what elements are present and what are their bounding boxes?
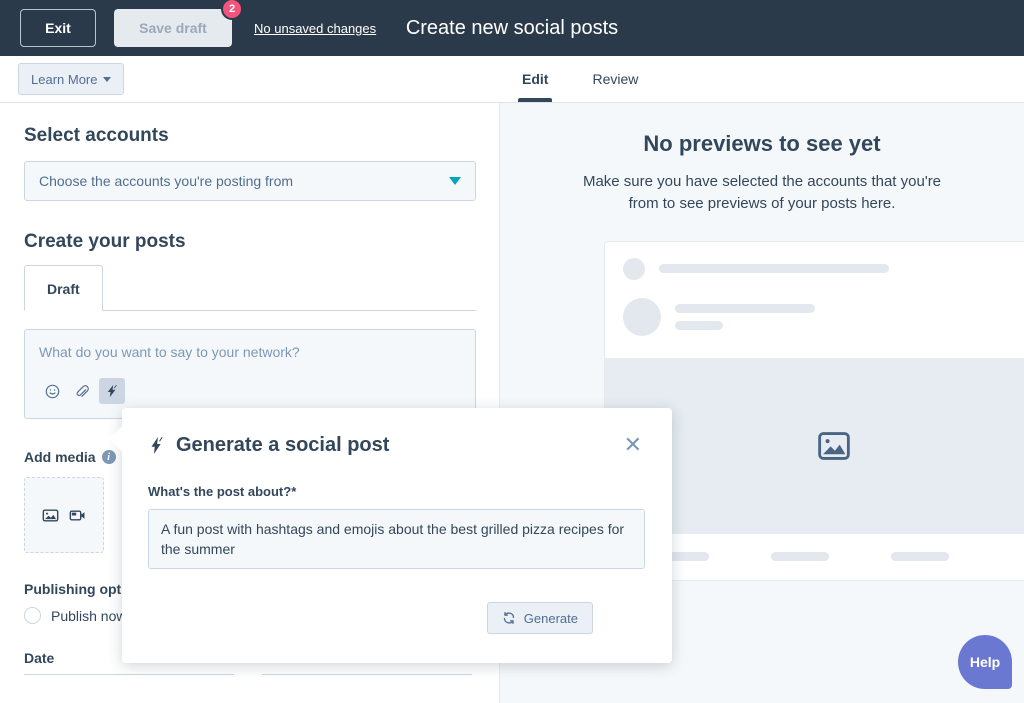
accounts-select-placeholder: Choose the accounts you're posting from	[39, 173, 294, 189]
generate-button[interactable]: Generate	[486, 602, 593, 634]
preview-subtitle-line-1: Make sure you have selected the accounts…	[582, 173, 942, 190]
top-header-bar: Exit Save draft 2 No unsaved changes Cre…	[0, 0, 1024, 56]
skeleton-line-group	[675, 303, 815, 330]
date-input[interactable]	[24, 674, 234, 694]
skeleton-author-row	[605, 280, 1024, 358]
video-icon	[69, 509, 85, 521]
modal-title-row: Generate a social post	[148, 434, 389, 457]
accounts-select[interactable]: Choose the accounts you're posting from	[24, 161, 476, 201]
ai-generate-icon[interactable]	[99, 378, 125, 404]
skeleton-header-row	[605, 242, 1024, 280]
sub-toolbar: Learn More Edit Review	[0, 56, 1024, 103]
post-about-label: What's the post about?*	[148, 484, 297, 499]
post-about-textarea[interactable]	[148, 509, 645, 569]
skeleton-bar	[771, 552, 829, 561]
learn-more-label: Learn More	[31, 71, 98, 87]
time-input[interactable]	[262, 674, 472, 694]
skeleton-bar	[659, 264, 889, 273]
draft-tab-row: Draft	[24, 265, 476, 311]
exit-button[interactable]: Exit	[20, 9, 96, 47]
compose-area[interactable]: What do you want to say to your network?	[24, 329, 476, 419]
close-icon[interactable]: ✕	[620, 432, 646, 458]
modal-actions: Generate	[148, 602, 646, 634]
generate-button-label: Generate	[523, 610, 578, 626]
preview-empty-subtitle: Make sure you have selected the accounts…	[547, 171, 977, 215]
unsaved-changes-link[interactable]: No unsaved changes	[254, 21, 376, 36]
info-icon[interactable]: i	[101, 450, 116, 464]
tab-edit[interactable]: Edit	[500, 56, 570, 102]
compose-placeholder: What do you want to say to your network?	[39, 344, 300, 360]
save-draft-wrapper: Save draft 2	[114, 0, 243, 47]
media-dropzone[interactable]	[24, 477, 104, 553]
add-media-label: Add media	[24, 449, 96, 465]
help-button[interactable]: Help	[958, 635, 1012, 689]
chevron-down-icon	[449, 177, 461, 185]
tab-draft[interactable]: Draft	[24, 265, 103, 311]
image-icon	[818, 431, 850, 460]
create-posts-heading: Create your posts	[24, 231, 186, 252]
learn-more-dropdown[interactable]: Learn More	[18, 63, 125, 95]
skeleton-bar	[891, 552, 949, 561]
emoji-icon[interactable]	[39, 378, 65, 404]
modal-header: Generate a social post ✕	[148, 432, 646, 458]
skeleton-avatar-small	[623, 257, 645, 280]
save-draft-button[interactable]: Save draft	[114, 9, 232, 47]
preview-empty-title: No previews to see yet	[643, 131, 881, 156]
refresh-icon	[503, 612, 515, 624]
compose-toolbar	[39, 378, 461, 404]
preview-subtitle-line-2: from to see previews of your posts here.	[628, 194, 896, 212]
ai-bolt-icon	[151, 436, 163, 454]
select-accounts-heading: Select accounts	[24, 125, 169, 146]
radio-icon[interactable]	[24, 607, 41, 624]
skeleton-bar	[675, 320, 723, 330]
tab-review[interactable]: Review	[570, 56, 660, 102]
image-icon	[42, 509, 59, 521]
attachment-icon[interactable]	[69, 378, 95, 404]
chevron-down-icon	[103, 76, 112, 82]
publish-now-label: Publish now	[51, 607, 127, 624]
generate-post-modal: Generate a social post ✕ What's the post…	[109, 408, 672, 663]
save-draft-badge: 2	[221, 0, 243, 20]
modal-title: Generate a social post	[176, 433, 390, 456]
main-tabs: Edit Review	[500, 56, 660, 102]
skeleton-avatar-large	[623, 297, 661, 336]
skeleton-bar	[675, 303, 815, 313]
